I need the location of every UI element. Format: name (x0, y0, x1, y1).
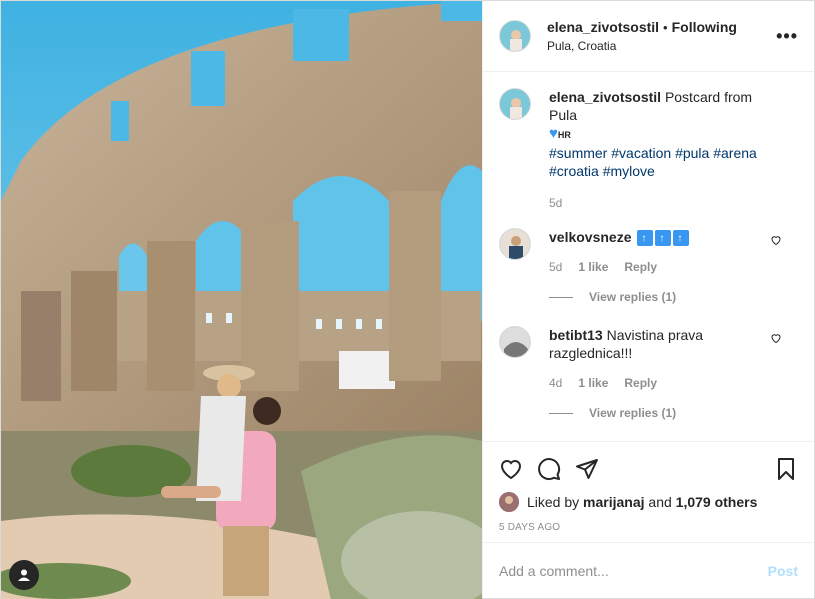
arena-photo-illustration (1, 1, 482, 599)
post-modal: elena_zivotsostil • Following Pula, Croa… (0, 0, 815, 599)
replies-divider (549, 412, 573, 414)
comment-item: betibt13 Navistina prava razglednica!!! … (499, 326, 798, 390)
like-heart-icon[interactable] (499, 457, 523, 481)
likes-count-link[interactable]: 1,079 others (676, 494, 758, 510)
author-username[interactable]: elena_zivotsostil (547, 19, 659, 35)
post-comment-button[interactable]: Post (768, 563, 798, 579)
hashtag-link[interactable]: #croatia (549, 163, 599, 179)
comment-likes[interactable]: 1 like (578, 260, 608, 274)
comment-age[interactable]: 4d (549, 376, 562, 390)
caption: elena_zivotsostil Postcard from Pula ♥HR… (499, 88, 798, 210)
liker-avatar[interactable] (499, 492, 519, 512)
liked-by-user[interactable]: marijanaj (583, 494, 644, 510)
commenter-username[interactable]: velkovsneze (549, 229, 632, 245)
top-emoji-badge (673, 230, 690, 248)
follow-separator: • (663, 19, 668, 35)
reply-button[interactable]: Reply (624, 376, 657, 390)
croatia-flag-label: HR (557, 130, 571, 140)
commenter-username[interactable]: betibt13 (549, 327, 603, 343)
add-comment-input[interactable] (499, 562, 768, 579)
view-replies-button[interactable]: View replies (1) (549, 290, 798, 304)
comment-like-heart-icon[interactable] (770, 234, 782, 246)
hashtag-link[interactable]: #vacation (611, 145, 671, 161)
post-side-panel: elena_zivotsostil • Following Pula, Croa… (482, 1, 814, 598)
view-replies-label: View replies (1) (589, 406, 677, 421)
author-avatar[interactable] (499, 20, 531, 52)
comment-item: velkovsneze 5d 1 like Reply (499, 228, 798, 274)
commenter-avatar[interactable] (499, 326, 531, 359)
caption-hashtags: #summer #vacation #pula #arena #croatia … (549, 144, 770, 180)
comment-like-heart-icon[interactable] (770, 332, 782, 344)
caption-age[interactable]: 5d (549, 196, 562, 210)
comment-likes[interactable]: 1 like (578, 376, 608, 390)
hashtag-link[interactable]: #arena (713, 145, 757, 161)
view-replies-button[interactable]: View replies (1) (549, 406, 798, 420)
post-photo[interactable] (1, 1, 482, 599)
comment-composer: Post (483, 542, 814, 598)
hashtag-link[interactable]: #mylove (603, 163, 655, 179)
view-replies-label: View replies (1) (589, 290, 677, 305)
post-time-ago[interactable]: 5 DAYS AGO (499, 522, 798, 533)
blue-heart-icon: ♥ (549, 125, 558, 142)
liked-by-prefix: Liked by (527, 494, 580, 510)
post-header: elena_zivotsostil • Following Pula, Croa… (483, 1, 814, 72)
following-button[interactable]: Following (672, 19, 737, 35)
liked-by-and: and (648, 494, 672, 510)
commenter-avatar[interactable] (499, 228, 531, 260)
save-bookmark-icon[interactable] (774, 457, 798, 481)
reply-button[interactable]: Reply (624, 260, 657, 274)
hashtag-link[interactable]: #pula (675, 145, 709, 161)
top-emoji-badge (637, 230, 654, 248)
top-emoji-badge (655, 230, 672, 248)
post-actions: Liked by marijanaj and 1,079 others 5 DA… (483, 441, 814, 542)
comment-bubble-icon[interactable] (537, 457, 561, 481)
post-location[interactable]: Pula, Croatia (547, 39, 776, 53)
comments-list[interactable]: elena_zivotsostil Postcard from Pula ♥HR… (483, 72, 814, 441)
replies-divider (549, 296, 573, 298)
caption-avatar[interactable] (499, 88, 531, 120)
hashtag-link[interactable]: #summer (549, 145, 607, 161)
caption-username[interactable]: elena_zivotsostil (549, 89, 661, 105)
more-horizontal-icon[interactable]: ••• (776, 26, 798, 47)
liked-by-summary: Liked by marijanaj and 1,079 others (499, 492, 798, 512)
tagged-users-icon[interactable] (9, 560, 39, 590)
share-direct-icon[interactable] (575, 457, 599, 481)
comment-age[interactable]: 5d (549, 260, 562, 274)
